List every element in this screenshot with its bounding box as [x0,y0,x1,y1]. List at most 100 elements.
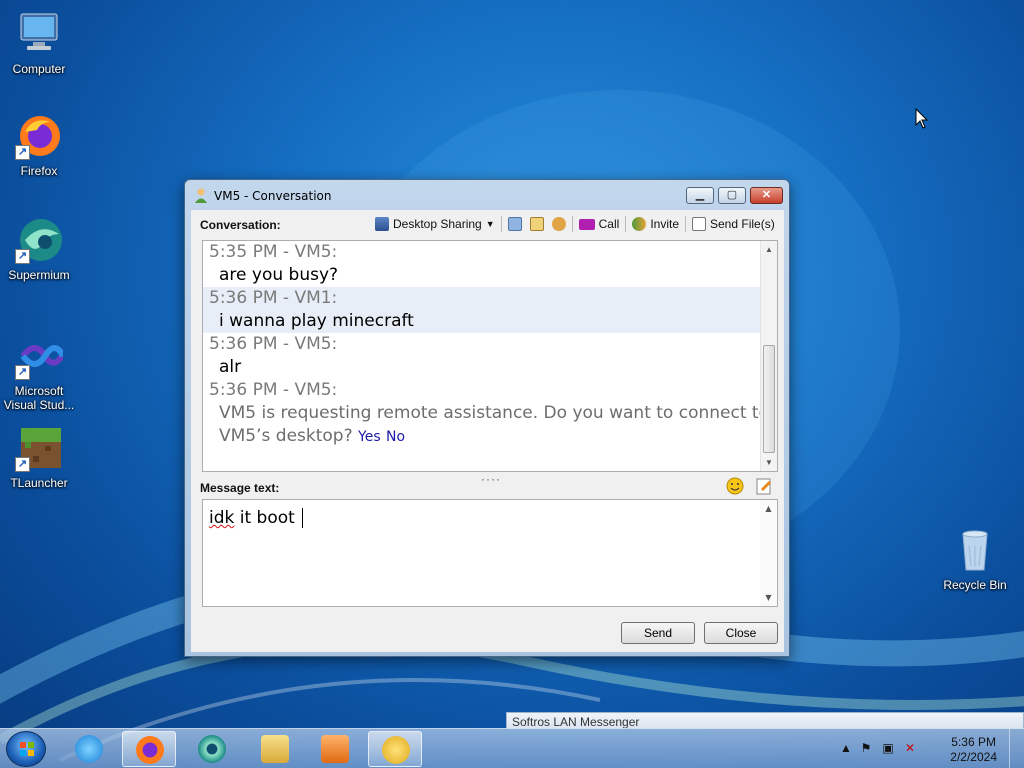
clock[interactable]: 5:36 PM 2/2/2024 [950,735,997,765]
clock-date: 2/2/2024 [950,750,997,764]
taskbar-firefox[interactable] [122,731,176,767]
message-text-label: Message text: [200,481,280,495]
conversation-scrollbar[interactable]: ▲ ▼ [760,241,777,471]
desktop-sharing-button[interactable]: Desktop Sharing ▼ [371,213,499,235]
minecraft-grass-block-icon: ↗ [15,424,63,472]
network-icon[interactable]: ▣ [880,741,896,757]
smiley-icon[interactable] [726,477,744,495]
desktop-icon-label: Supermium [8,268,70,282]
scrollbar-thumb[interactable] [763,345,775,453]
internet-explorer-icon [75,735,103,763]
media-player-icon [321,735,349,763]
remote-assistance-request-line2: VM5’s desktop? Yes No [209,425,777,448]
message-entry: 5:36 PM - VM5: VM5 is requesting remote … [203,379,777,448]
window-client-area: Conversation: Desktop Sharing ▼ Call Inv… [191,210,784,652]
format-text-icon[interactable] [756,478,773,495]
toolbar-separator [571,216,573,232]
message-body: i wanna play minecraft [219,311,414,331]
window-title: VM5 - Conversation [214,189,332,203]
taskbar: ▲ ⚑ ▣ ✕ 5:36 PM 2/2/2024 [0,728,1024,768]
windows-logo-icon [20,742,34,756]
history-button[interactable] [504,213,526,235]
contact-info-icon [529,217,544,231]
accept-remote-assistance-link[interactable]: Yes [358,429,381,445]
pane-splitter-handle[interactable]: ···· [481,472,501,486]
desktop-icon-supermium[interactable]: ↗ Supermium [0,216,78,282]
start-button[interactable] [6,731,46,767]
shortcut-arrow-icon: ↗ [15,145,30,160]
window-close-button[interactable]: ✕ [750,187,783,204]
close-button[interactable]: Close [704,622,778,644]
message-entry: 5:36 PM - VM1: i wanna play minecraft [203,287,777,333]
message-body: alr [219,357,242,377]
minimize-button[interactable]: ▁ [686,187,714,204]
input-scrollbar[interactable]: ▲ ▼ [760,500,777,606]
volume-muted-icon[interactable]: ✕ [902,741,918,757]
invite-users-icon [632,217,647,231]
call-label: Call [598,217,620,231]
desktop-icon-visual-studio[interactable]: ↗ Microsoft Visual Stud... [0,332,78,412]
shortcut-arrow-icon: ↗ [15,457,30,472]
message-entry: 5:36 PM - VM5: alr [203,333,777,379]
show-hidden-icons-icon[interactable]: ▲ [838,741,854,757]
conversation-toolbar: Desktop Sharing ▼ Call Invite Send File(… [371,213,779,235]
taskbar-lan-messenger[interactable] [368,731,422,767]
visual-studio-icon: ↗ [15,332,68,380]
clock-time: 5:36 PM [951,735,996,749]
desktop-icon-label: Computer [12,62,66,76]
scroll-up-icon[interactable]: ▲ [760,500,777,517]
folder-icon [261,735,289,763]
system-tray: ▲ ⚑ ▣ ✕ 5:36 PM 2/2/2024 [834,729,1024,768]
action-center-flag-icon[interactable]: ⚑ [858,741,874,757]
send-files-label: Send File(s) [710,217,775,231]
window-titlebar[interactable]: VM5 - Conversation ▁ ▢ ✕ [185,180,789,210]
taskbar-internet-explorer[interactable] [62,731,116,767]
supermium-icon [198,735,226,763]
recycle-bin-icon [951,526,999,574]
message-header: 5:36 PM - VM5: [209,380,338,400]
show-desktop-button[interactable] [1009,729,1024,768]
conversation-window[interactable]: VM5 - Conversation ▁ ▢ ✕ Conversation: D… [184,179,790,657]
taskbar-media-player[interactable] [308,731,362,767]
remote-assistance-request-text: VM5 is requesting remote assistance. Do … [219,403,769,423]
send-button[interactable]: Send [621,622,695,644]
scroll-up-icon[interactable]: ▲ [761,241,777,258]
desktop-icon-tlauncher[interactable]: ↗ TLauncher [0,424,78,490]
desktop-sharing-icon [375,217,389,231]
history-icon [507,217,522,231]
remote-assistance-request-text: VM5’s desktop? [219,426,353,446]
invite-label: Invite [650,217,679,231]
desktop-icon-recycle-bin[interactable]: Recycle Bin [936,526,1014,592]
desktop-icon-label: TLauncher [10,476,68,490]
scroll-down-icon[interactable]: ▼ [761,454,777,471]
text-caret [302,508,304,528]
settings-gear-icon [551,217,566,231]
taskbar-supermium[interactable] [185,731,239,767]
message-header: 5:36 PM - VM5: [209,334,338,354]
shortcut-arrow-icon: ↗ [15,365,30,380]
message-input-text: it boot [234,508,301,528]
shortcut-arrow-icon: ↗ [15,249,30,264]
video-camera-icon [578,218,595,230]
send-file-icon [692,217,706,231]
maximize-button[interactable]: ▢ [718,187,746,204]
conversation-label: Conversation: [200,218,281,232]
user-icon [195,188,207,203]
settings-button[interactable] [548,213,570,235]
firefox-icon: ↗ [15,112,63,160]
invite-button[interactable]: Invite [628,213,683,235]
toolbar-separator [500,216,502,232]
toolbar-separator [625,216,627,232]
conversation-history[interactable]: 5:35 PM - VM5: are you busy? 5:36 PM - V… [202,240,778,472]
message-header: 5:35 PM - VM5: [209,242,338,262]
call-button[interactable]: Call [575,213,624,235]
decline-remote-assistance-link[interactable]: No [386,429,405,445]
contact-info-button[interactable] [526,213,548,235]
scroll-down-icon[interactable]: ▼ [760,589,777,606]
message-body: are you busy? [219,265,339,285]
taskbar-file-explorer[interactable] [248,731,302,767]
desktop-icon-computer[interactable]: Computer [0,10,78,76]
desktop-icon-firefox[interactable]: ↗ Firefox [0,112,78,178]
message-input[interactable]: idk it boot ▲ ▼ [202,499,778,607]
send-files-button[interactable]: Send File(s) [688,213,779,235]
